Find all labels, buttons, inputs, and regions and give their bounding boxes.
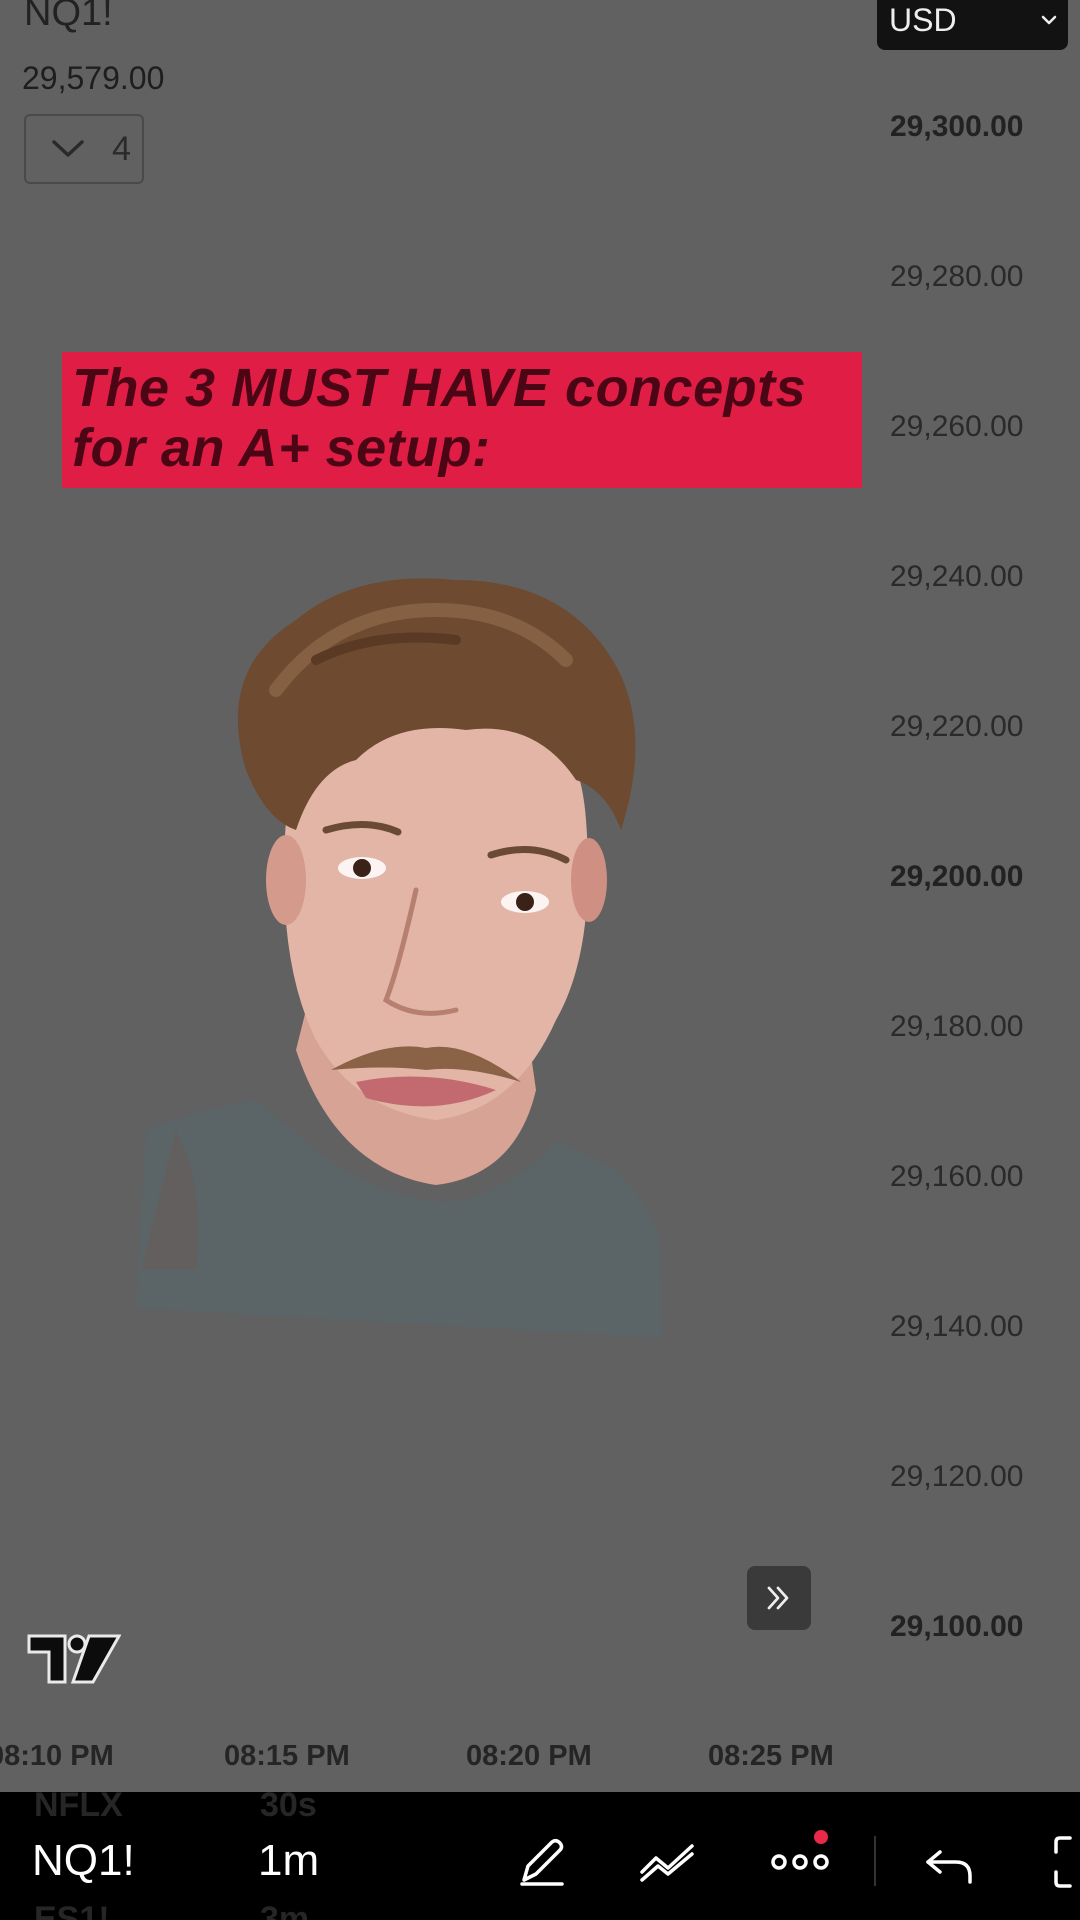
time-axis-label: 08:10 PM xyxy=(0,1740,114,1772)
caption-line-2: for an A+ setup: xyxy=(72,418,491,478)
picker-item-symbol-above: NFLX xyxy=(34,1792,123,1824)
price-axis-label: 29,300.00 xyxy=(890,110,1024,143)
time-axis[interactable]: 08:10 PM 08:15 PM 08:20 PM 08:25 PM xyxy=(0,1730,1080,1780)
time-axis-label: 08:25 PM xyxy=(708,1740,834,1772)
tradingview-logo xyxy=(27,1634,121,1684)
price-axis-label: 29,120.00 xyxy=(890,1460,1024,1493)
picker-item-interval-above: 30s xyxy=(260,1792,317,1824)
notification-dot xyxy=(814,1830,828,1844)
time-axis-label: 08:20 PM xyxy=(466,1740,592,1772)
price-axis-label: 29,140.00 xyxy=(890,1310,1024,1343)
fullscreen-icon[interactable] xyxy=(1050,1832,1080,1892)
toolbar-divider xyxy=(874,1836,876,1886)
price-axis-label: 29,100.00 xyxy=(890,1610,1024,1643)
price-axis-label: 29,220.00 xyxy=(890,710,1024,743)
double-chevron-right-icon xyxy=(767,1586,789,1610)
bottom-toolbar: NFLX 30s ES1! 3m NQ1! 1m xyxy=(0,1792,1080,1920)
picker-item-interval-below: 3m xyxy=(260,1900,310,1920)
time-axis-label: 08:15 PM xyxy=(224,1740,350,1772)
price-axis-label: 29,200.00 xyxy=(890,860,1024,893)
video-caption: The 3 MUST HAVE concepts for an A+ setup… xyxy=(62,352,862,488)
chevron-down-icon xyxy=(52,140,84,157)
picker-item-symbol-below: ES1! xyxy=(34,1900,110,1920)
interval-picker[interactable]: 1m xyxy=(258,1836,319,1886)
scroll-to-realtime-button[interactable] xyxy=(747,1566,811,1630)
price-axis-label: 29,160.00 xyxy=(890,1160,1024,1193)
undo-icon[interactable] xyxy=(920,1832,980,1892)
price-axis-label: 29,180.00 xyxy=(890,1010,1024,1043)
price-axis-label: 29,280.00 xyxy=(890,260,1024,293)
presenter-portrait xyxy=(136,578,663,1338)
last-price: 29,579.00 xyxy=(22,60,165,96)
symbol-picker[interactable]: NQ1! xyxy=(32,1836,135,1886)
symbol-title[interactable]: NQ1! xyxy=(24,0,113,35)
indicator-count: 4 xyxy=(112,129,131,168)
indicators-icon[interactable] xyxy=(638,1832,698,1892)
drawing-pen-icon[interactable] xyxy=(512,1832,572,1892)
caption-line-1: The 3 MUST HAVE concepts xyxy=(72,358,807,418)
price-axis[interactable]: 29,300.00 29,280.00 29,260.00 29,240.00 29,2… xyxy=(880,0,1080,1790)
indicators-collapse-button[interactable]: 4 xyxy=(24,114,144,184)
price-axis-label: 29,240.00 xyxy=(890,560,1024,593)
price-axis-label: 29,260.00 xyxy=(890,410,1024,443)
